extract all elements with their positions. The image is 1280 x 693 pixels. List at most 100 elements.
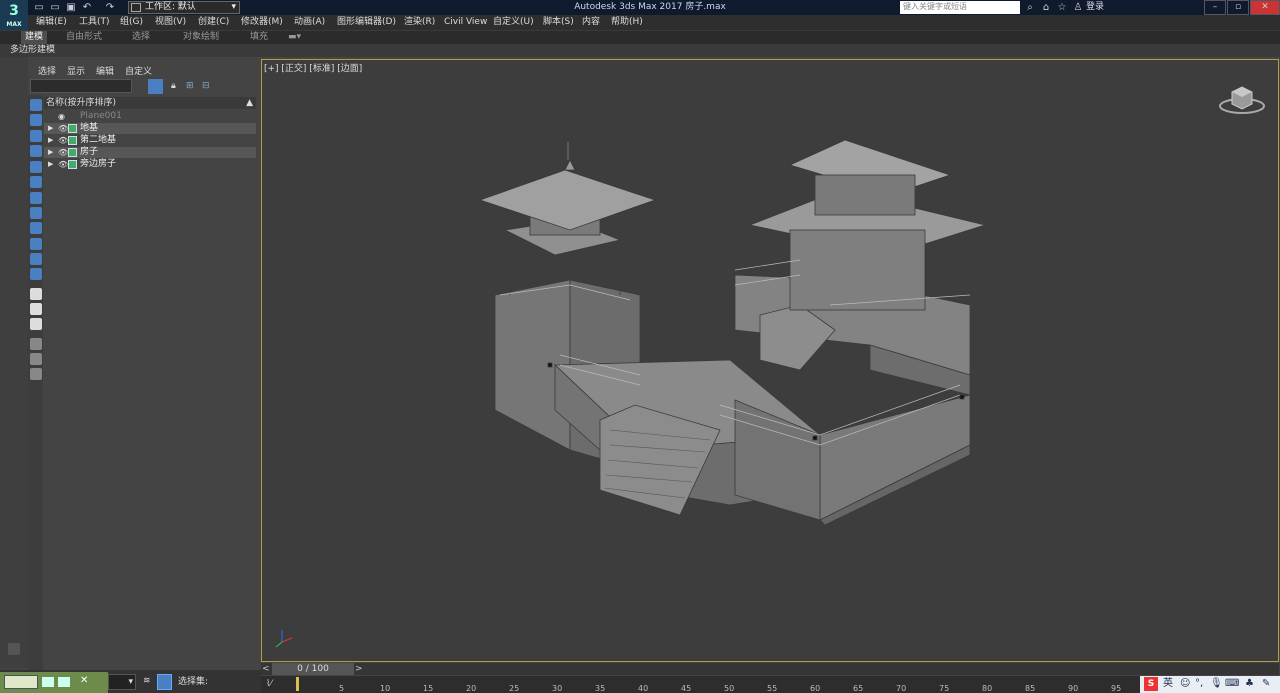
eye-icon[interactable]: 👁︎ [58,147,68,158]
punctuation-icon[interactable]: °, [1195,678,1203,689]
filter-toggle-icon[interactable] [148,79,163,94]
name-column-header[interactable]: 名称(按升序排序) ▲ [44,97,256,109]
time-cursor[interactable] [296,677,299,691]
time-slider[interactable]: 0 / 100 [272,663,354,675]
display-bones-icon[interactable] [30,238,42,250]
display-lights-icon[interactable] [30,145,42,157]
keyboard-icon[interactable]: ⌨ [1225,678,1239,689]
select-none-icon[interactable] [30,303,42,315]
explorer-menu-edit[interactable]: 编辑 [96,66,114,78]
new-file-icon[interactable]: ▭ [33,2,45,13]
login-link[interactable]: 登录 [1086,1,1104,14]
star-icon[interactable]: ☆ [1056,2,1068,13]
tab-freeform[interactable]: 自由形式 [62,31,106,44]
cart-icon[interactable]: ⌂ [1040,2,1052,13]
expand-panel-icon[interactable] [8,643,20,655]
filter-icon[interactable] [30,353,42,365]
menu-animation[interactable]: 动画(A) [294,16,325,29]
menu-content[interactable]: 内容 [582,16,600,29]
maximize-button[interactable]: ▫ [1227,0,1249,15]
curve-editor-icon[interactable]: ⌇⁄ [266,679,272,689]
open-file-icon[interactable]: ▭ [49,2,61,13]
menu-graph-editors[interactable]: 图形编辑器(D) [337,16,396,29]
explorer-filter-input[interactable] [30,79,132,93]
lock-icon[interactable]: 🔒︎ [171,81,176,91]
time-slider-track[interactable] [261,663,1279,675]
skin-icon[interactable]: ♣ [1245,678,1254,689]
eye-icon[interactable]: 👁︎ [58,123,68,134]
microphone-icon[interactable]: 🎙︎ [1210,678,1223,689]
list-item[interactable]: ▶ 👁︎ 地基 [44,123,256,134]
undo-icon[interactable]: ↶ [81,2,93,13]
close-icon[interactable]: ✕ [80,675,88,686]
layers-icon[interactable]: ≋ [143,676,151,686]
menu-view[interactable]: 视图(V) [155,16,186,29]
expand-icon[interactable]: ▶ [48,159,53,170]
user-icon[interactable]: ♙ [1072,2,1084,13]
hierarchy-icon[interactable]: ⊞ [186,81,194,91]
save-icon[interactable]: ▣ [65,2,77,13]
eye-icon[interactable]: 👁︎ [58,135,68,146]
menu-help[interactable]: 帮助(H) [611,16,643,29]
ime-logo-icon[interactable]: S [1144,677,1158,691]
display-shapes-icon[interactable] [30,130,42,142]
menu-modifiers[interactable]: 修改器(M) [241,16,283,29]
expand-icon[interactable]: ▶ [48,147,53,158]
menu-scripting[interactable]: 脚本(S) [543,16,574,29]
building-model[interactable] [470,130,990,530]
display-particles-icon[interactable] [30,253,42,265]
ribbon-options-icon[interactable]: ▬▾ [284,31,305,44]
menu-group[interactable]: 组(G) [120,16,143,29]
expand-icon[interactable]: ▶ [48,135,53,146]
menu-rendering[interactable]: 渲染(R) [404,16,435,29]
display-geometry-icon[interactable] [30,114,42,126]
tab-populate[interactable]: 填充 [246,31,272,44]
list-item[interactable]: ▶ 👁︎ 房子 [44,147,256,158]
viewport-label[interactable]: [+] [正交] [标准] [边面] [264,63,362,75]
expand-icon[interactable]: ▶ [48,123,53,134]
minimize-button[interactable]: – [1204,0,1226,15]
menu-customize[interactable]: 自定义(U) [493,16,534,29]
display-spacewarps-icon[interactable] [30,192,42,204]
time-prev-icon[interactable]: < [262,663,271,675]
script-dropdown[interactable]: ▾ [108,674,136,690]
layer-icon[interactable] [30,368,42,380]
select-all-icon[interactable] [30,288,42,300]
search-input[interactable]: 键入关键字或短语 [900,1,1020,14]
window-icon[interactable] [58,677,70,687]
script-field[interactable] [4,675,38,689]
list-item[interactable]: ▶ 👁︎ 旁边房子 [44,159,256,170]
display-xrefs-icon[interactable] [30,222,42,234]
viewcube[interactable] [1218,80,1266,116]
tab-modeling[interactable]: 建模 [21,31,48,44]
list-item[interactable]: ◉ Plane001 [44,111,256,122]
named-selection-icon[interactable] [157,674,172,690]
explorer-menu-customize[interactable]: 自定义 [125,66,152,78]
tab-object-paint[interactable]: 对象绘制 [179,31,223,44]
menu-tools[interactable]: 工具(T) [79,16,110,29]
time-next-icon[interactable]: > [355,663,364,675]
binoculars-icon[interactable]: ⌕ [1024,2,1036,13]
list-item[interactable]: ▶ 👁︎ 第二地基 [44,135,256,146]
eye-icon[interactable]: ◉ [58,111,65,122]
menu-civil-view[interactable]: Civil View [444,16,487,29]
redo-icon[interactable]: ↷ [104,2,116,13]
display-helpers-icon[interactable] [30,176,42,188]
explorer-menu-display[interactable]: 显示 [67,66,85,78]
ime-language[interactable]: 英 [1163,678,1173,690]
display-cameras-icon[interactable] [30,161,42,173]
close-button[interactable]: ✕ [1250,0,1280,15]
explorer-menu-select[interactable]: 选择 [38,66,56,78]
display-all-icon[interactable] [30,99,42,111]
menu-create[interactable]: 创建(C) [198,16,229,29]
display-groups-icon[interactable] [30,207,42,219]
emoji-icon[interactable]: ☺ [1180,678,1190,689]
window-icon[interactable] [42,677,54,687]
maxscript-listener[interactable]: ✕ [0,672,108,693]
layer-explorer-icon[interactable]: ⊟ [202,81,210,91]
select-invert-icon[interactable] [30,318,42,330]
workspace-select[interactable]: 工作区: 默认 ▾ [128,1,240,14]
display-hidden-icon[interactable] [30,268,42,280]
tools-icon[interactable]: ✎ [1262,678,1270,689]
tab-selection[interactable]: 选择 [128,31,154,44]
